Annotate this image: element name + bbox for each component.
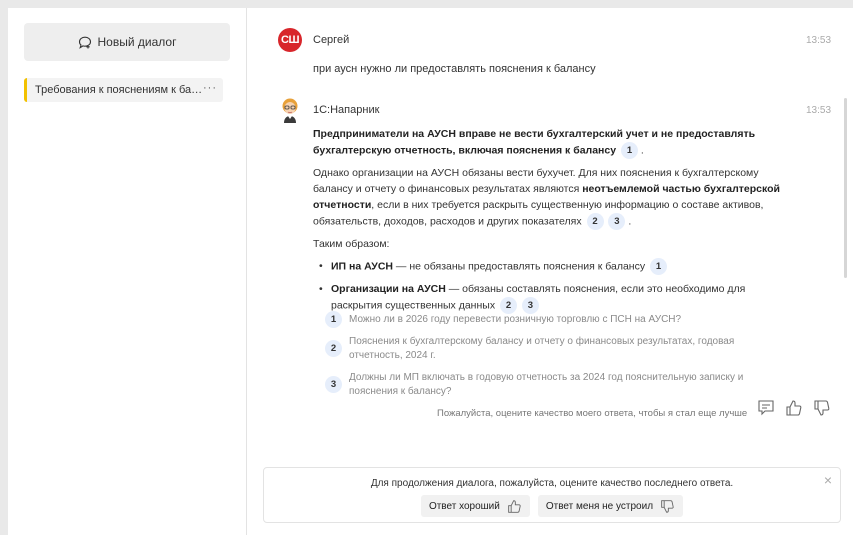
source-title: Должны ли МП включать в годовую отчетнос… [349, 372, 744, 397]
bad-answer-label: Ответ меня не устроил [545, 500, 654, 512]
source-title: Можно ли в 2026 году перевести розничную… [349, 314, 682, 325]
source-link[interactable]: 1 Можно ли в 2026 году перевести розничн… [325, 311, 775, 328]
user-message-text: при аусн нужно ли предоставлять пояснени… [313, 63, 596, 75]
rating-actions [757, 399, 831, 417]
rating-panel: Для продолжения диалога, пожалуйста, оце… [263, 467, 841, 523]
reference-badge[interactable]: 2 [500, 297, 517, 314]
conversation-item[interactable]: Требования к пояснениям к баланс... ··· [24, 78, 223, 102]
answer-paragraph-3: Таким образом: [313, 238, 390, 250]
bad-answer-button[interactable]: Ответ меня не устроил [537, 495, 684, 517]
reference-badge[interactable]: 1 [621, 142, 638, 159]
bot-answer: Предприниматели на АУСН вправе не вести … [313, 126, 793, 320]
answer-paragraph-2: Однако организации на АУСН обязаны вести… [313, 165, 793, 230]
rate-hint: Пожалуйста, оцените качество моего ответ… [437, 408, 748, 419]
answer-paragraph-1: Предприниматели на АУСН вправе не вести … [313, 126, 793, 159]
reference-badge[interactable]: 3 [521, 297, 539, 314]
list-item-text: — не обязаны предоставлять пояснения к б… [393, 260, 646, 273]
user-author-name: Сергей [313, 34, 350, 46]
more-options-icon[interactable]: ··· [203, 82, 217, 94]
conversation-title: Требования к пояснениям к баланс... [35, 84, 205, 96]
rating-prompt: Для продолжения диалога, пожалуйста, оце… [370, 478, 734, 489]
source-link[interactable]: 3 Должны ли МП включать в годовую отчетн… [325, 371, 775, 399]
sidebar: Новый диалог Требования к пояснениям к б… [8, 8, 247, 535]
thumbs-up-icon[interactable] [785, 399, 803, 417]
bot-message-time: 13:53 [806, 105, 832, 116]
list-item-bold: Организации на АУСН [331, 283, 446, 295]
thumbs-up-icon [507, 499, 522, 514]
app-frame: Новый диалог Требования к пояснениям к б… [8, 8, 853, 535]
answer-list: ИП на АУСН — не обязаны предоставлять по… [313, 258, 793, 314]
new-dialog-label: Новый диалог [97, 35, 177, 49]
good-answer-label: Ответ хороший [428, 500, 500, 512]
chat-area: СШ Сергей 13:53 при аусн нужно ли предос… [247, 8, 853, 535]
close-icon[interactable]: × [824, 472, 832, 488]
reference-badge[interactable]: 1 [650, 258, 668, 275]
source-number: 1 [325, 311, 342, 328]
bot-author-name: 1С:Напарник [313, 104, 380, 116]
source-title: Пояснения к бухгалтерскому балансу и отч… [349, 336, 735, 361]
reference-badge[interactable]: 2 [586, 213, 604, 230]
thumbs-down-icon[interactable] [813, 399, 831, 417]
new-dialog-button[interactable]: Новый диалог [24, 23, 230, 61]
reference-badge[interactable]: 3 [608, 213, 626, 230]
rating-buttons: Ответ хороший Ответ меня не устроил [264, 495, 840, 517]
source-number: 2 [325, 340, 342, 357]
new-chat-icon [78, 36, 92, 49]
answer-text: , если в них требуется раскрыть существе… [313, 199, 764, 228]
user-avatar: СШ [278, 28, 302, 52]
list-item-bold: ИП на АУСН [331, 260, 393, 273]
sources-list: 1 Можно ли в 2026 году перевести розничн… [325, 311, 775, 407]
source-link[interactable]: 2 Пояснения к бухгалтерскому балансу и о… [325, 335, 775, 363]
good-answer-button[interactable]: Ответ хороший [420, 495, 530, 517]
scrollbar[interactable] [844, 98, 847, 278]
list-item: ИП на АУСН — не обязаны предоставлять по… [319, 258, 793, 275]
answer-bold-text: Предприниматели на АУСН вправе не вести … [313, 128, 756, 157]
list-item: Организации на АУСН — обязаны составлять… [319, 281, 793, 314]
comment-icon[interactable] [757, 399, 775, 417]
bot-avatar [278, 97, 302, 123]
source-number: 3 [325, 376, 342, 393]
thumbs-down-icon [660, 499, 675, 514]
user-message-time: 13:53 [806, 35, 832, 46]
